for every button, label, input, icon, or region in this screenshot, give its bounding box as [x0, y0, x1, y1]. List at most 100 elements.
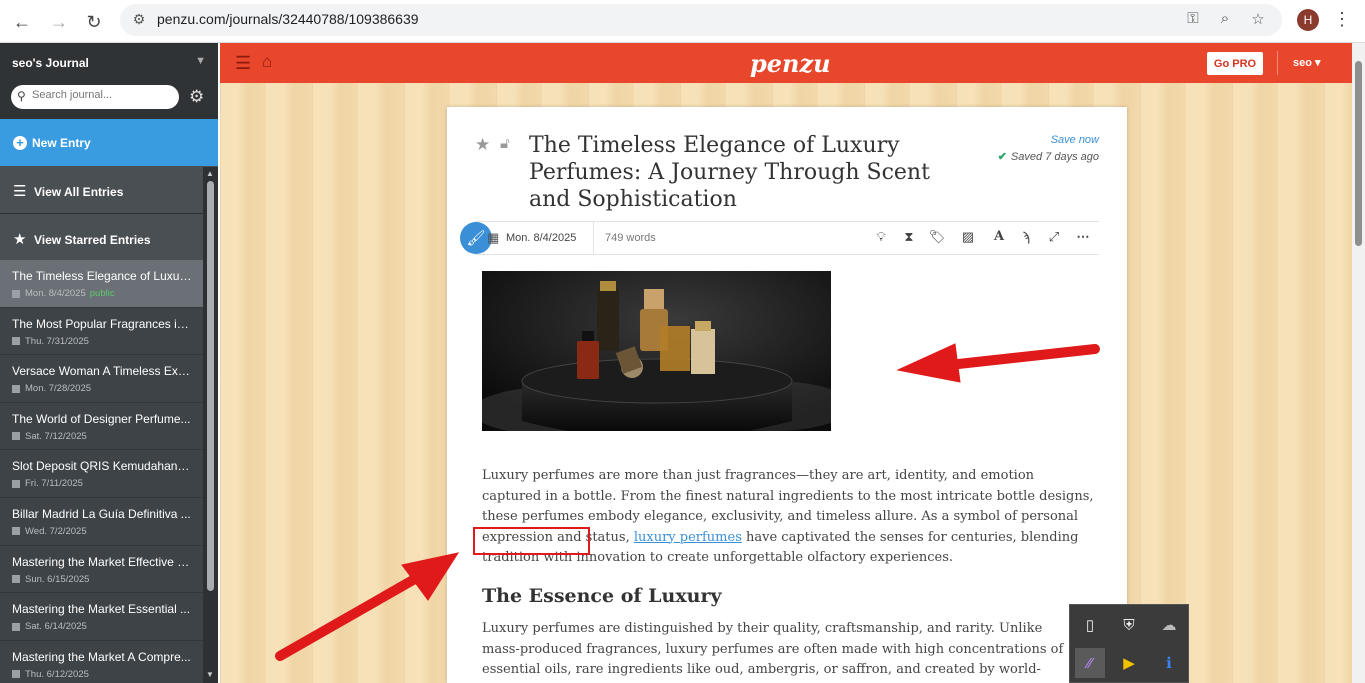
entry-title-text: Billar Madrid La Guía Definitiva ... — [12, 506, 191, 521]
privacy-icon — [12, 289, 20, 298]
zoom-icon[interactable]: ⌕ — [1214, 10, 1236, 30]
unlock-icon[interactable]: 🔓︎ — [500, 135, 510, 152]
view-starred-entries-button[interactable]: ★ View Starred Entries — [0, 214, 218, 262]
cloud-offline-icon[interactable]: ☁ — [1154, 610, 1184, 640]
view-all-entries-button[interactable]: ☰ View All Entries — [0, 166, 218, 214]
entry-list: The Timeless Elegance of Luxury Perfumes… — [0, 260, 203, 683]
sidebar-entry[interactable]: Slot Deposit QRIS Kemudahan T... Fri. 7/1… — [0, 450, 203, 498]
browser-menu-icon[interactable]: ⋮ — [1333, 9, 1351, 30]
sidebar-entry[interactable]: Mastering the Market Effective S... Sun. … — [0, 546, 203, 594]
tag-icon[interactable]: 🏷︎ — [928, 229, 946, 245]
entry-title-text: The World of Designer Perfume... — [12, 411, 191, 426]
page-scroll-thumb[interactable] — [1355, 61, 1362, 246]
entry-title-text: Versace Woman A Timeless Expr... — [12, 364, 192, 379]
image-icon[interactable]: ▨ — [959, 229, 977, 245]
toolbar-divider — [593, 222, 594, 255]
entry-title-text: The Most Popular Fragrances in ... — [12, 316, 192, 331]
profile-avatar[interactable]: H — [1297, 9, 1319, 31]
signature-icon[interactable]: ϡ — [1017, 229, 1035, 244]
home-icon[interactable]: ⌂ — [262, 52, 272, 72]
info-app-icon[interactable]: ℹ — [1154, 648, 1184, 678]
entry-title[interactable]: The Timeless Elegance of Luxury Perfumes… — [529, 132, 969, 213]
sidebar-entry[interactable]: The Most Popular Fragrances in ... Thu. 7… — [0, 308, 203, 356]
pen-app-icon[interactable]: ⁄⁄ — [1075, 648, 1105, 678]
entry-date-text: Mon. 7/28/2025 — [25, 383, 92, 395]
privacy-icon — [12, 337, 20, 346]
saved-status: ✔ Saved 7 days ago — [998, 150, 1099, 163]
entry-paragraph-2[interactable]: Luxury perfumes are distinguished by the… — [482, 619, 1082, 683]
calendar-icon[interactable]: ▦ — [487, 230, 499, 246]
privacy-icon — [12, 527, 20, 536]
entry-date-text: Fri. 7/11/2025 — [25, 478, 83, 490]
reload-icon[interactable]: ↻ — [80, 8, 108, 36]
address-bar[interactable]: ⚙ penzu.com/journals/32440788/109386639 … — [120, 4, 1282, 36]
hourglass-icon[interactable]: ⧗ — [900, 229, 918, 245]
bookmark-star-icon[interactable]: ☆ — [1247, 10, 1269, 30]
word-count: 749 words — [605, 232, 656, 244]
entry-meta: Sat. 6/14/2025 — [12, 621, 203, 632]
sidebar-entry[interactable]: Versace Woman A Timeless Expr... Mon. 7/2… — [0, 355, 203, 403]
new-entry-label: New Entry — [32, 136, 91, 150]
go-pro-button[interactable]: Go PRO — [1207, 52, 1263, 75]
entry-title-text: Slot Deposit QRIS Kemudahan T... — [12, 459, 192, 474]
new-entry-button[interactable]: + New Entry — [0, 119, 218, 166]
view-starred-label: View Starred Entries — [34, 233, 151, 247]
list-icon: ☰ — [13, 183, 27, 200]
luxury-perfumes-link[interactable]: luxury perfumes — [634, 530, 742, 545]
entry-meta: Sat. 7/12/2025 — [12, 431, 203, 442]
user-menu[interactable]: seo ▾ — [1293, 56, 1321, 69]
url-text[interactable]: penzu.com/journals/32440788/109386639 — [157, 11, 419, 27]
star-entry-icon[interactable]: ★ — [475, 135, 490, 155]
sidebar-entry[interactable]: Billar Madrid La Guía Definitiva ... Wed.… — [0, 498, 203, 546]
media-player-icon[interactable]: ▶ — [1114, 648, 1144, 678]
scroll-down-icon[interactable]: ▼ — [206, 670, 214, 679]
privacy-icon — [12, 575, 20, 584]
save-now-link[interactable]: Save now — [1051, 134, 1099, 146]
sidebar-entry[interactable]: The Timeless Elegance of Luxury Perfumes… — [0, 260, 203, 308]
entry-meta: Fri. 7/11/2025 — [12, 478, 203, 489]
entry-meta: Thu. 7/31/2025 — [12, 336, 203, 347]
sidebar-scroll-thumb[interactable] — [207, 181, 214, 591]
chevron-down-icon[interactable]: ▼ — [195, 55, 206, 67]
usb-drive-icon[interactable]: ▯ — [1075, 610, 1105, 640]
sidebar-entry[interactable]: Mastering the Market Essential ... Sat. 6… — [0, 593, 203, 641]
forward-icon[interactable]: → — [45, 8, 73, 36]
site-settings-icon[interactable]: ⚙ — [130, 11, 148, 29]
plus-circle-icon: + — [13, 136, 27, 150]
entry-meta: Mon. 8/4/2025 public — [12, 288, 203, 299]
more-options-icon[interactable]: ⋯ — [1074, 229, 1092, 245]
page-scrollbar[interactable] — [1352, 43, 1365, 683]
lightbulb-icon[interactable]: 💡︎ — [872, 229, 890, 245]
scroll-up-icon[interactable]: ▲ — [206, 169, 214, 178]
entry-date-text: Thu. 6/12/2025 — [25, 668, 89, 680]
browser-toolbar: ← → ↻ ⚙ penzu.com/journals/32440788/1093… — [0, 0, 1365, 43]
entry-date-text: Wed. 7/2/2025 — [25, 525, 87, 537]
entry-date[interactable]: Mon. 8/4/2025 — [506, 232, 576, 244]
search-box[interactable]: ⚲ — [11, 85, 179, 109]
star-icon: ★ — [13, 231, 27, 248]
highlight-box — [473, 527, 590, 555]
system-tray-overflow: ▯ ⛨ ☁ ⁄⁄ ▶ ℹ — [1069, 604, 1189, 683]
sidebar-scrollbar[interactable]: ▲ ▼ — [203, 167, 218, 683]
password-key-icon[interactable]: ⚿ — [1182, 10, 1204, 30]
privacy-icon — [12, 670, 20, 679]
font-icon[interactable]: A — [990, 229, 1008, 244]
search-icon: ⚲ — [17, 89, 26, 103]
sidebar-entry[interactable]: The World of Designer Perfume... Sat. 7/1… — [0, 403, 203, 451]
hamburger-menu-icon[interactable]: ☰ — [235, 53, 251, 74]
back-icon[interactable]: ← — [8, 8, 36, 36]
entry-title-text: The Timeless Elegance of Luxury Perfumes — [12, 269, 192, 283]
fullscreen-icon[interactable]: ⤢ — [1045, 229, 1063, 245]
sidebar-entry[interactable]: Mastering the Market A Compre... Thu. 6/1… — [0, 641, 203, 683]
journal-header[interactable]: seo's Journal ▼ — [0, 43, 218, 83]
entry-title-text: Mastering the Market Effective S... — [12, 554, 192, 569]
header-divider — [1277, 51, 1278, 75]
security-shield-icon[interactable]: ⛨ — [1114, 610, 1144, 640]
gear-icon[interactable]: ⚙ — [189, 87, 204, 107]
entry-paper: ★ 🔓︎ The Timeless Elegance of Luxury Per… — [447, 107, 1127, 683]
search-input[interactable] — [32, 89, 172, 101]
penzu-logo[interactable]: penzu — [750, 49, 831, 78]
section-heading: The Essence of Luxury — [482, 585, 722, 607]
entry-title-text: Mastering the Market A Compre... — [12, 649, 191, 664]
privacy-icon — [12, 432, 20, 441]
